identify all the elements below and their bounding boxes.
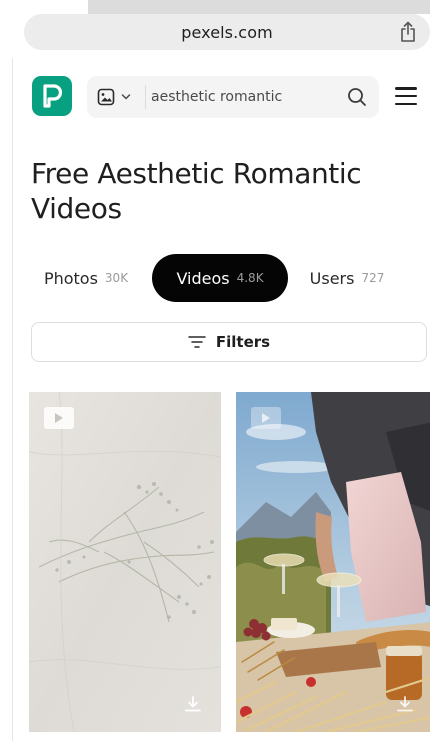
filters-button[interactable]: Filters <box>31 322 427 362</box>
tab-videos-label: Videos <box>176 268 230 288</box>
tab-videos-count: 4.8K <box>236 271 264 285</box>
tab-users-count: 727 <box>361 271 385 285</box>
video-thumbnail <box>236 392 430 732</box>
browser-chrome: pexels.com <box>0 0 430 58</box>
tab-videos[interactable]: Videos 4.8K <box>152 254 288 302</box>
search-icon[interactable] <box>345 85 369 109</box>
media-tabs: Photos 30K Videos 4.8K Users 727 <box>27 254 430 302</box>
browser-top-strip <box>88 0 430 14</box>
tab-users-label: Users <box>309 268 355 288</box>
play-icon <box>251 407 281 429</box>
tab-users[interactable]: Users 727 <box>295 254 399 302</box>
pexels-logo-mark <box>43 84 63 108</box>
video-card[interactable] <box>236 392 430 732</box>
play-icon <box>44 407 74 429</box>
tab-photos-count: 30K <box>104 271 129 285</box>
video-card[interactable] <box>29 392 221 732</box>
tab-photos-label: Photos <box>43 268 98 288</box>
download-icon[interactable] <box>395 694 415 714</box>
filters-label: Filters <box>215 333 271 351</box>
address-bar[interactable]: pexels.com <box>24 14 430 50</box>
download-icon[interactable] <box>183 694 203 714</box>
tab-photos[interactable]: Photos 30K <box>27 254 145 302</box>
search-box <box>87 76 379 118</box>
url-text: pexels.com <box>181 22 273 42</box>
search-divider <box>145 85 146 109</box>
share-icon[interactable] <box>396 20 420 44</box>
pexels-logo[interactable] <box>32 76 72 116</box>
filter-lines-icon <box>188 336 206 348</box>
video-thumbnail <box>29 392 221 732</box>
hamburger-menu-icon[interactable] <box>393 84 419 108</box>
page-title: Free Aesthetic Romantic Videos <box>31 157 362 225</box>
chevron-down-icon <box>121 94 131 100</box>
image-icon <box>97 88 115 106</box>
search-type-dropdown[interactable] <box>97 86 141 108</box>
pexels-page: Free Aesthetic Romantic Videos Photos 30… <box>12 58 430 741</box>
search-input[interactable] <box>151 82 337 112</box>
